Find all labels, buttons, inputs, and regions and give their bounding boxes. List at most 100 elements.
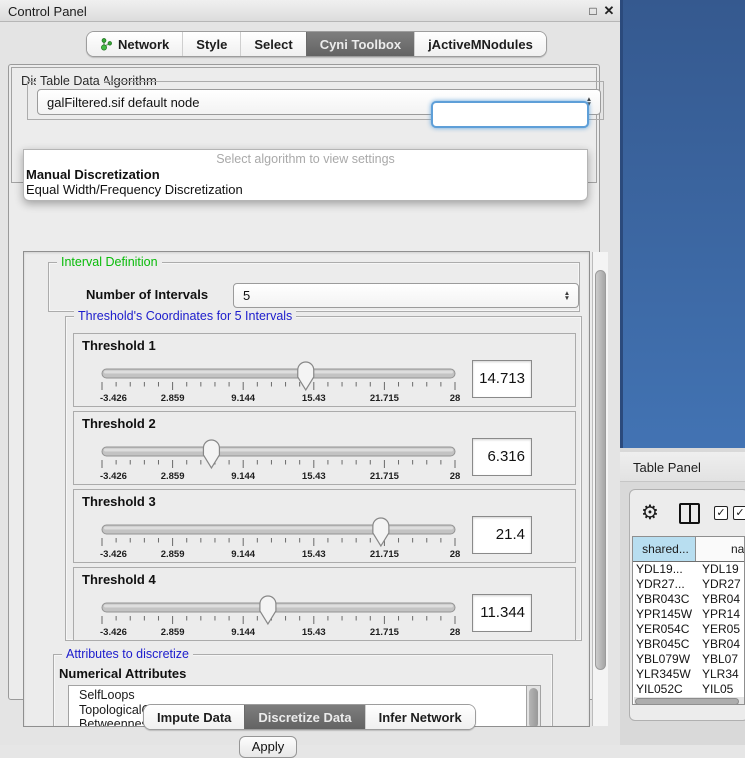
algorithm-dropdown-popup: Select algorithm to view settings Manual…: [23, 149, 588, 201]
table-row[interactable]: YBR043CYBR04: [633, 592, 744, 607]
table-row[interactable]: YDL19...YDL19: [633, 562, 744, 577]
threshold-4-slider[interactable]: -3.4262.8599.14415.4321.71528: [74, 594, 514, 640]
threshold-2-value-field[interactable]: 6.316: [472, 438, 532, 476]
table-cell: YDR27...: [633, 577, 696, 592]
tab-style[interactable]: Style: [182, 32, 240, 56]
tick-label: 9.144: [231, 393, 255, 404]
table-row[interactable]: YLR345WYLR34: [633, 667, 744, 682]
algorithm-combobox[interactable]: [431, 101, 589, 128]
threshold-1-box: Threshold 1-3.4262.8599.14415.4321.71528…: [73, 333, 576, 407]
cyni-toolbox-panel: Discretization Algorithm Table Data galF…: [8, 64, 600, 700]
panel-scrollbar[interactable]: [592, 252, 608, 726]
scrollbar-thumb[interactable]: [595, 270, 606, 670]
threshold-3-label: Threshold 3: [82, 494, 156, 509]
checkbox-checked-icon[interactable]: ✓: [733, 506, 745, 520]
threshold-4-value-field[interactable]: 11.344: [472, 594, 532, 632]
slider-thumb[interactable]: [260, 596, 276, 624]
threshold-4-box: Threshold 4-3.4262.8599.14415.4321.71528…: [73, 567, 576, 641]
tick-label: 2.859: [161, 627, 185, 638]
scrollbar-thumb[interactable]: [529, 688, 538, 727]
tick-label: 28: [450, 627, 461, 638]
close-icon[interactable]: ✕: [602, 4, 616, 18]
tick-label: 28: [450, 393, 461, 404]
threshold-1-slider[interactable]: -3.4262.8599.14415.4321.71528: [74, 360, 514, 406]
threshold-3-slider[interactable]: -3.4262.8599.14415.4321.71528: [74, 516, 514, 562]
scrollbar-thumb[interactable]: [635, 698, 739, 705]
table-cell: YDR27: [696, 577, 745, 592]
table-header-row: shared...name: [633, 537, 744, 562]
tick-label: 2.859: [161, 471, 185, 482]
tick-label: 21.715: [370, 393, 400, 404]
table-cell: YBR04: [696, 592, 745, 607]
threshold-3-value-field[interactable]: 21.4: [472, 516, 532, 554]
table-row[interactable]: YIL052CYIL05: [633, 682, 744, 697]
table-row[interactable]: YBL079WYBL07: [633, 652, 744, 667]
tick-label: 2.859: [161, 393, 185, 404]
table-data-title: Table Data: [36, 74, 104, 88]
tab-select[interactable]: Select: [240, 32, 305, 56]
split-columns-icon[interactable]: [679, 503, 700, 524]
attributes-group-title: Attributes to discretize: [62, 647, 193, 661]
number-of-intervals-value: 5: [234, 288, 560, 303]
tab-infer-network[interactable]: Infer Network: [365, 705, 475, 729]
tab-jactivemnodules[interactable]: jActiveMNodules: [414, 32, 546, 56]
algorithm-dropdown-placeholder: Select algorithm to view settings: [24, 152, 587, 166]
tab-impute-data[interactable]: Impute Data: [144, 705, 244, 729]
gear-icon[interactable]: ⚙: [641, 500, 659, 525]
table-cell: YBR043C: [633, 592, 696, 607]
algorithm-option-manual-discretization[interactable]: Manual Discretization: [26, 167, 586, 182]
tab-label: Discretize Data: [258, 710, 351, 725]
tab-label: Infer Network: [379, 710, 462, 725]
algorithm-dropdown-options: Manual DiscretizationEqual Width/Frequen…: [26, 167, 586, 197]
table-row[interactable]: YER054CYER05: [633, 622, 744, 637]
slider-thumb[interactable]: [373, 518, 389, 546]
table-horizontal-scrollbar[interactable]: [634, 697, 744, 705]
apply-button[interactable]: Apply: [239, 736, 297, 758]
tick-label: 28: [450, 549, 461, 560]
threshold-1-value-field[interactable]: 14.713: [472, 360, 532, 398]
float-window-icon[interactable]: □: [586, 4, 600, 18]
table-cell: YER054C: [633, 622, 696, 637]
threshold-2-slider[interactable]: -3.4262.8599.14415.4321.71528: [74, 438, 514, 484]
control-panel-titlebar: Control Panel □ ✕: [0, 0, 620, 22]
tick-label: 21.715: [370, 627, 400, 638]
table-cell: YDL19: [696, 562, 745, 577]
table-row[interactable]: YBR045CYBR04: [633, 637, 744, 652]
threshold-1-label: Threshold 1: [82, 338, 156, 353]
tab-label: Network: [118, 37, 169, 52]
attributes-list-scrollbar[interactable]: [527, 685, 541, 727]
threshold-3-box: Threshold 3-3.4262.8599.14415.4321.71528…: [73, 489, 576, 563]
control-panel-tabbar: Network Style SelectCyni ToolboxjActiveMNo…: [86, 31, 547, 57]
tick-label: 15.43: [302, 549, 326, 560]
algorithm-option-equal-width-frequency-discretization[interactable]: Equal Width/Frequency Discretization: [26, 182, 586, 197]
tick-label: 9.144: [231, 549, 255, 560]
tick-label: 15.43: [302, 627, 326, 638]
attribute-item-selfloops[interactable]: SelfLoops: [69, 688, 526, 703]
slider-thumb[interactable]: [203, 440, 219, 468]
table-column-header-name[interactable]: name: [696, 537, 745, 561]
tab-network[interactable]: Network: [87, 32, 182, 56]
tick-label: 28: [450, 471, 461, 482]
table-row[interactable]: YDR27...YDR27: [633, 577, 744, 592]
checkbox-checked-icon[interactable]: ✓: [714, 506, 728, 520]
settings-scrollpane: Interval Definition Number of Intervals …: [23, 251, 590, 727]
tick-label: -3.426: [100, 627, 127, 638]
table-row[interactable]: YPR145WYPR14: [633, 607, 744, 622]
interval-definition-title: Interval Definition: [57, 255, 162, 269]
network-icon: [100, 37, 113, 51]
number-of-intervals-combobox[interactable]: 5 ▲▼: [233, 283, 579, 308]
tick-label: -3.426: [100, 549, 127, 560]
tab-label: Style: [196, 37, 227, 52]
table-column-header-shared[interactable]: shared...: [633, 537, 696, 561]
split-divider: [689, 505, 691, 522]
table-cell: YPR145W: [633, 607, 696, 622]
thresholds-group: Threshold's Coordinates for 5 Intervals …: [65, 316, 582, 641]
table-cell: YBL07: [696, 652, 745, 667]
tick-label: 15.43: [302, 471, 326, 482]
interval-definition-group: Interval Definition Number of Intervals …: [48, 262, 580, 312]
table-cell: YBL079W: [633, 652, 696, 667]
tick-label: 9.144: [231, 471, 255, 482]
spinner-arrows-icon: ▲▼: [560, 291, 574, 301]
tab-cyni-toolbox[interactable]: Cyni Toolbox: [306, 32, 414, 56]
tab-discretize-data[interactable]: Discretize Data: [244, 705, 364, 729]
